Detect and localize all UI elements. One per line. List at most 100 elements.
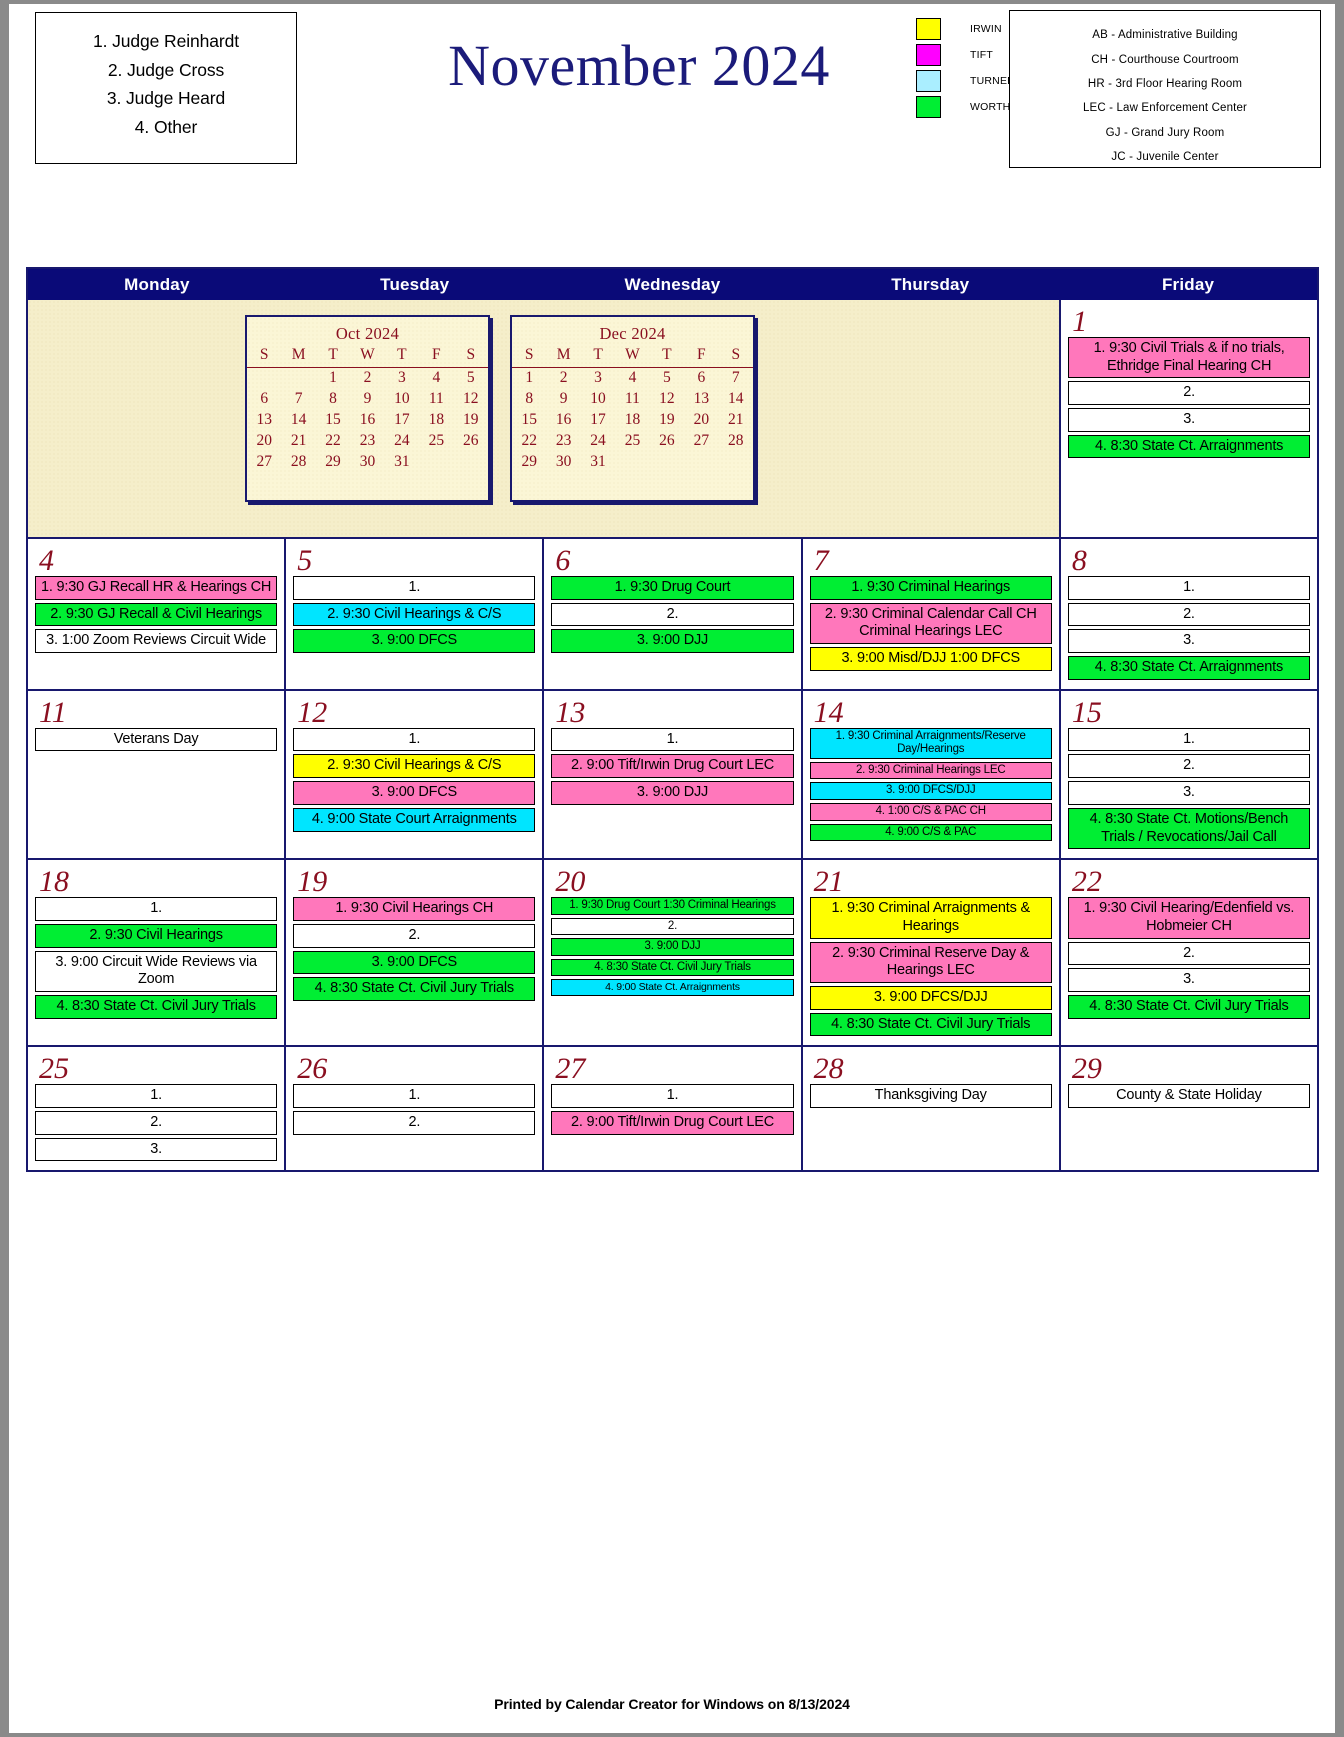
- event-item[interactable]: 2.: [1067, 754, 1311, 779]
- day-cell-4[interactable]: 4 1. 9:30 GJ Recall HR & Hearings CH 2. 9:…: [28, 539, 285, 689]
- event-item[interactable]: 2. 9:30 Civil Hearings & C/S: [293, 754, 536, 779]
- event-item[interactable]: 3.: [1067, 781, 1311, 805]
- event-item[interactable]: 2. 9:00 Tift/Irwin Drug Court LEC: [551, 1111, 794, 1135]
- day-cell-28[interactable]: 28 Thanksgiving Day: [800, 1047, 1059, 1171]
- event-item[interactable]: 3. 9:00 DFCS: [293, 629, 536, 654]
- event-item[interactable]: 1.: [551, 1084, 794, 1108]
- event-item[interactable]: 1.: [1067, 576, 1311, 600]
- day-cell-18[interactable]: 18 1. 2. 9:30 Civil Hearings 3. 9:00 Circui…: [28, 860, 285, 1046]
- event-item[interactable]: 2.: [293, 1111, 536, 1135]
- event-item[interactable]: 4. 9:00 State Ct. Arraignments: [551, 979, 794, 996]
- event-item[interactable]: 4. 8:30 State Ct. Civil Jury Trials: [551, 958, 794, 977]
- event-item[interactable]: 3. 9:00 DFCS/DJJ: [809, 985, 1052, 1010]
- event-item[interactable]: 2. 9:30 Criminal Hearings LEC: [809, 761, 1052, 780]
- day-cell-20[interactable]: 20 1. 9:30 Drug Court 1:30 Criminal Heari…: [542, 860, 801, 1046]
- day-cell-15[interactable]: 15 1. 2. 3. 4. 8:30 State Ct. Motions/Bench …: [1058, 690, 1318, 859]
- event-item[interactable]: 3.: [35, 1137, 278, 1162]
- event-item[interactable]: 1.: [551, 727, 794, 752]
- event-item[interactable]: 2. 9:30 Criminal Reserve Day & Hearings …: [809, 941, 1052, 983]
- event-item[interactable]: 3. 9:00 DFCS/DJJ: [809, 782, 1052, 800]
- event-item[interactable]: 2. 9:30 Civil Hearings: [35, 923, 278, 948]
- event-item[interactable]: 4. 1:00 C/S & PAC CH: [809, 803, 1052, 821]
- event-item[interactable]: 2. 9:30 Criminal Calendar Call CH Crimin…: [809, 602, 1052, 645]
- event-item[interactable]: 4. 8:30 State Ct. Civil Jury Trials: [35, 994, 278, 1019]
- day-cell-29[interactable]: 29 County & State Holiday: [1058, 1047, 1318, 1171]
- day-cell-8[interactable]: 8 1. 2. 3. 4. 8:30 State Ct. Arraignments: [1058, 539, 1318, 689]
- day-cell-21[interactable]: 21 1. 9:30 Criminal Arraignments & Hearin…: [800, 860, 1059, 1046]
- event-item[interactable]: 1.: [293, 576, 536, 600]
- event-item[interactable]: 2.: [1067, 602, 1311, 627]
- mini-day-cell: 18: [624, 410, 641, 428]
- event-item[interactable]: 1.: [35, 1084, 278, 1108]
- event-item[interactable]: 3.: [1068, 408, 1310, 432]
- mini-day-cell: 28: [290, 452, 307, 470]
- day-cell-27[interactable]: 27 1. 2. 9:00 Tift/Irwin Drug Court LEC: [542, 1047, 801, 1171]
- mini-dow: T: [397, 346, 407, 364]
- event-item[interactable]: 4. 8:30 State Ct. Motions/Bench Trials /…: [1067, 807, 1311, 850]
- event-item[interactable]: 3. 9:00 DJJ: [551, 938, 794, 956]
- event-item[interactable]: 1.: [35, 897, 278, 921]
- judge-list-item: 2. Judge Cross: [107, 59, 225, 80]
- day-cell-6[interactable]: 6 1. 9:30 Drug Court 2. 3. 9:00 DJJ: [542, 539, 801, 689]
- event-item[interactable]: 1. 9:30 Criminal Arraignments/Reserve Da…: [809, 727, 1052, 759]
- event-item[interactable]: 3.: [1067, 968, 1311, 992]
- event-item[interactable]: 1. 9:30 Civil Hearing/Edenfield vs. Hobm…: [1067, 897, 1311, 939]
- event-item[interactable]: 4. 8:30 State Ct. Civil Jury Trials: [809, 1012, 1052, 1037]
- event-item[interactable]: 1. 9:30 Civil Hearings CH: [293, 897, 536, 921]
- color-key-label: WORTH: [970, 101, 1011, 113]
- mini-day-cell: 21: [728, 410, 744, 428]
- day-cell-7[interactable]: 7 1. 9:30 Criminal Hearings 2. 9:30 Crimin…: [800, 539, 1059, 689]
- event-item[interactable]: 3. 9:00 Misd/DJJ 1:00 DFCS: [809, 647, 1052, 671]
- event-item[interactable]: Thanksgiving Day: [809, 1084, 1052, 1108]
- event-item[interactable]: 3. 9:00 DFCS: [293, 781, 536, 805]
- mini-day-cell: 13: [693, 389, 710, 407]
- event-item[interactable]: 1. 9:30 Criminal Arraignments & Hearings: [809, 897, 1052, 939]
- event-item[interactable]: 2.: [551, 602, 794, 627]
- mini-day-cell: 27: [256, 452, 272, 470]
- event-item[interactable]: 1. 9:30 Drug Court: [551, 576, 794, 600]
- event-item[interactable]: 4. 9:00 State Court Arraignments: [293, 807, 536, 832]
- event-item[interactable]: 4. 8:30 State Ct. Civil Jury Trials: [1067, 994, 1311, 1019]
- event-item[interactable]: 4. 9:00 C/S & PAC: [809, 823, 1052, 842]
- event-item[interactable]: 3. 9:00 Circuit Wide Reviews via Zoom: [35, 950, 278, 992]
- event-item[interactable]: 1. 9:30 Criminal Hearings: [809, 576, 1052, 600]
- event-item[interactable]: 2. 9:30 GJ Recall & Civil Hearings: [35, 602, 278, 627]
- event-item[interactable]: 1. 9:30 Civil Trials & if no trials, Eth…: [1068, 337, 1310, 379]
- day-cell-25[interactable]: 25 1. 2. 3.: [28, 1047, 285, 1171]
- day-cell-11[interactable]: 11 Veterans Day: [28, 690, 285, 859]
- event-item[interactable]: 1.: [1067, 727, 1311, 752]
- event-item[interactable]: 2.: [1068, 381, 1310, 406]
- event-item[interactable]: 1.: [293, 1084, 536, 1108]
- event-item[interactable]: 3. 1:00 Zoom Reviews Circuit Wide: [35, 629, 278, 654]
- day-cell-13[interactable]: 13 1. 2. 9:00 Tift/Irwin Drug Court LEC 3. …: [542, 690, 801, 859]
- day-cell-1[interactable]: 1 1. 9:30 Civil Trials & if no trials, Et…: [1059, 300, 1317, 537]
- event-list: 1. 9:30 Civil Hearing/Edenfield vs. Hobm…: [1067, 897, 1311, 1019]
- day-cell-19[interactable]: 19 1. 9:30 Civil Hearings CH 2. 3. 9:00 DFC…: [284, 860, 543, 1046]
- event-item[interactable]: County & State Holiday: [1067, 1084, 1311, 1108]
- event-item[interactable]: 2. 9:30 Civil Hearings & C/S: [293, 602, 536, 627]
- judge-list-item: 1. Judge Reinhardt: [92, 31, 240, 51]
- event-item[interactable]: 4. 8:30 State Ct. Arraignments: [1067, 656, 1311, 680]
- day-cell-12[interactable]: 12 1. 2. 9:30 Civil Hearings & C/S 3. 9:00 …: [284, 690, 543, 859]
- day-cell-5[interactable]: 5 1. 2. 9:30 Civil Hearings & C/S 3. 9:00 D…: [284, 539, 543, 689]
- event-item[interactable]: 1. 9:30 Drug Court 1:30 Criminal Hearing…: [551, 897, 794, 915]
- event-item[interactable]: 2.: [1067, 941, 1311, 966]
- day-cell-22[interactable]: 22 1. 9:30 Civil Hearing/Edenfield vs. Ho…: [1058, 860, 1318, 1046]
- event-item[interactable]: 1. 9:30 GJ Recall HR & Hearings CH: [35, 576, 278, 600]
- day-cell-26[interactable]: 26 1. 2.: [284, 1047, 543, 1171]
- event-item[interactable]: 2.: [293, 923, 536, 948]
- event-item[interactable]: 3.: [1067, 629, 1311, 654]
- event-item[interactable]: 3. 9:00 DJJ: [551, 781, 794, 805]
- day-cell-14[interactable]: 14 1. 9:30 Criminal Arraignments/Reserve …: [800, 690, 1059, 859]
- event-item[interactable]: 1.: [293, 727, 536, 752]
- event-item[interactable]: 2. 9:00 Tift/Irwin Drug Court LEC: [551, 754, 794, 779]
- event-item[interactable]: 2.: [35, 1111, 278, 1135]
- mini-day-cell: 30: [359, 452, 376, 470]
- event-item[interactable]: 4. 8:30 State Ct. Civil Jury Trials: [293, 977, 536, 1001]
- event-item[interactable]: Veterans Day: [35, 727, 278, 752]
- mini-day-cell: 10: [590, 389, 606, 407]
- event-item[interactable]: 3. 9:00 DJJ: [551, 629, 794, 654]
- event-item[interactable]: 3. 9:00 DFCS: [293, 950, 536, 975]
- event-item[interactable]: 2.: [551, 917, 794, 936]
- event-item[interactable]: 4. 8:30 State Ct. Arraignments: [1068, 434, 1310, 459]
